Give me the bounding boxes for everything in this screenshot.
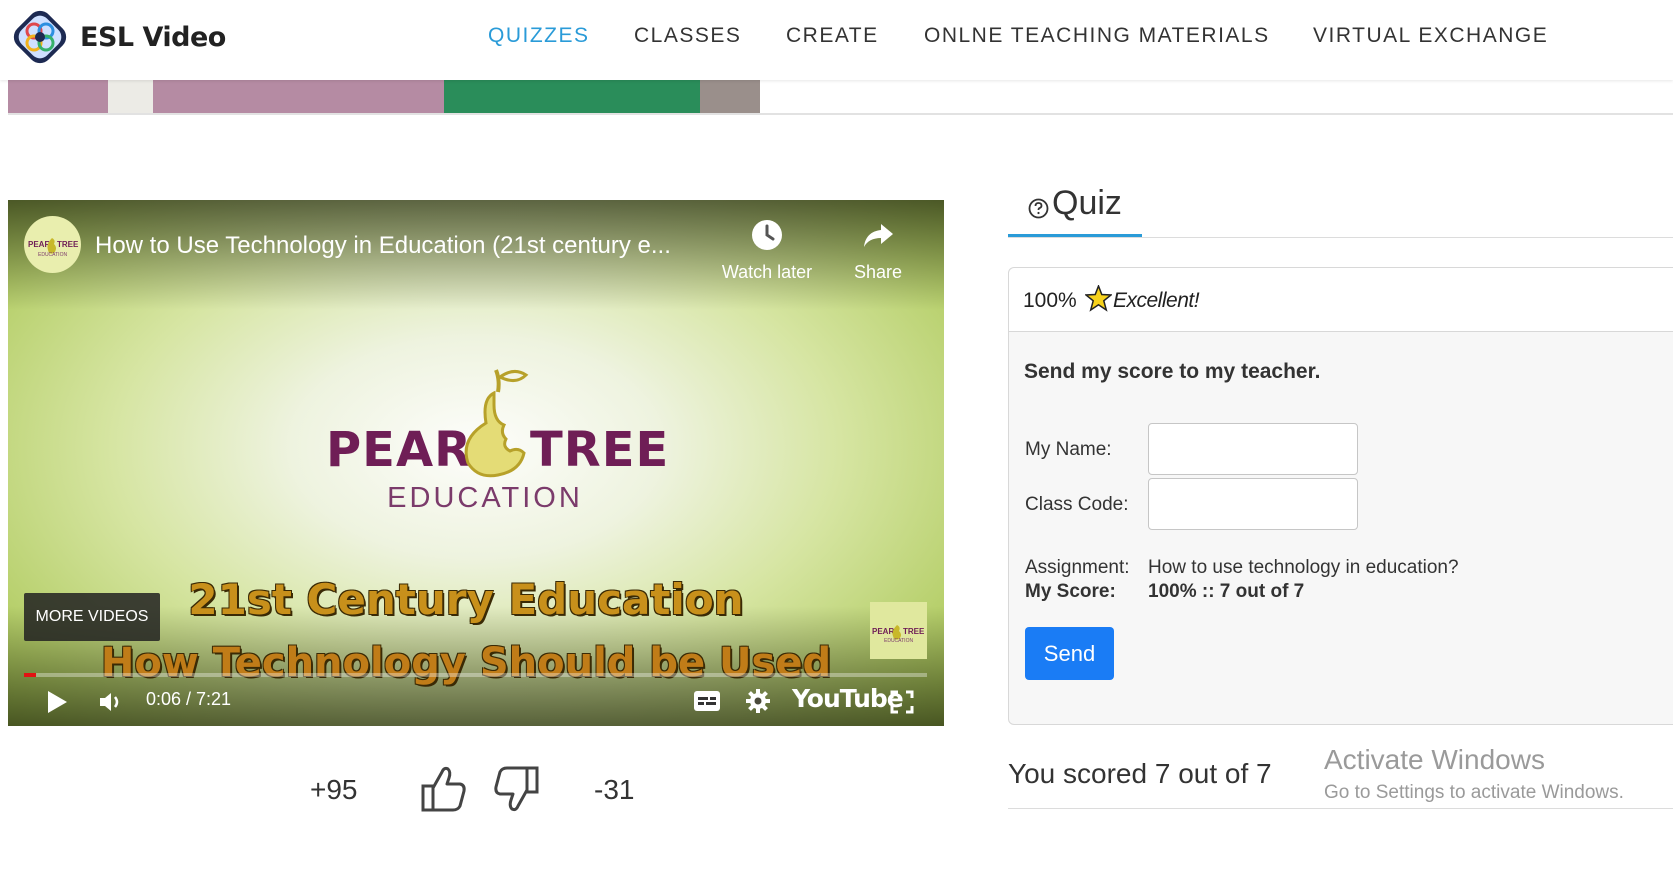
page: ESL Video QUIZZES CLASSES CREATE ONLNE T…: [0, 0, 1673, 869]
nav-classes[interactable]: CLASSES: [634, 24, 741, 48]
activate-title: Activate Windows: [1324, 744, 1545, 775]
assignment-label: Assignment:: [1025, 557, 1130, 578]
subtitles-icon[interactable]: [693, 690, 721, 712]
video-player[interactable]: PEAR TREE EDUCATION How to Use Technolog…: [8, 200, 944, 726]
svg-text:EDUCATION: EDUCATION: [38, 252, 67, 258]
send-button[interactable]: Send: [1025, 627, 1114, 680]
result-text: You scored 7 out of 7: [1008, 758, 1272, 789]
tab-quiz-label: Quiz: [1052, 184, 1122, 222]
clock-icon: [752, 220, 782, 250]
channel-avatar[interactable]: PEAR TREE EDUCATION: [24, 216, 81, 273]
share-label: Share: [853, 262, 903, 282]
share-button[interactable]: Share: [823, 218, 933, 283]
watch-later-label: Watch later: [721, 262, 813, 282]
nav-create[interactable]: CREATE: [786, 24, 879, 48]
video-progress-bar[interactable]: [24, 673, 927, 677]
name-label: My Name:: [1025, 439, 1112, 460]
channel-watermark[interactable]: PEAR TREE EDUCATION: [870, 602, 927, 659]
activate-subtitle: Go to Settings to activate Windows.: [1324, 782, 1624, 803]
watermark-logo-icon: PEAR TREE EDUCATION: [872, 625, 925, 644]
svg-text:TREE: TREE: [903, 627, 925, 636]
brand[interactable]: ESL Video: [12, 9, 226, 65]
class-code-input[interactable]: [1148, 478, 1358, 530]
downvote-count: -31: [594, 774, 635, 805]
svg-text:EDUCATION: EDUCATION: [884, 638, 913, 644]
class-code-label: Class Code:: [1025, 494, 1129, 515]
more-videos-button[interactable]: MORE VIDEOS: [24, 593, 160, 641]
vote-bar: +95 -31: [0, 760, 944, 820]
divider: [1008, 808, 1673, 809]
question-circle-icon: [1028, 198, 1049, 219]
svg-text:TREE: TREE: [57, 240, 79, 249]
logo-word-right: TREE: [530, 422, 670, 478]
score-percent: 100%: [1023, 289, 1077, 312]
tab-quiz[interactable]: Quiz: [1008, 180, 1142, 238]
nav-virtual-exchange[interactable]: VIRTUAL EXCHANGE: [1313, 24, 1548, 48]
my-score-value: 100% :: 7 out of 7: [1148, 581, 1305, 602]
site-header: ESL Video QUIZZES CLASSES CREATE ONLNE T…: [0, 0, 1673, 80]
activate-windows-watermark: Activate Windows Go to Settings to activ…: [1324, 744, 1624, 804]
logo-word-left: PEAR: [326, 422, 473, 478]
share-arrow-icon: [864, 224, 893, 247]
thumbnail-detail: [108, 80, 153, 114]
send-score-heading: Send my score to my teacher.: [1024, 360, 1321, 383]
thumbs-down-icon[interactable]: [492, 764, 540, 814]
channel-logo-icon: PEAR TREE EDUCATION: [28, 238, 79, 258]
star-icon: [1085, 285, 1112, 312]
svg-text:PEAR: PEAR: [872, 627, 894, 636]
nav-quizzes[interactable]: QUIZZES: [488, 24, 590, 48]
progress-fill: [24, 673, 37, 677]
player-controls: 0:06 / 7:21 YouTube: [8, 680, 944, 726]
tab-divider: [1008, 237, 1673, 238]
assignment-value: How to use technology in education?: [1148, 557, 1459, 578]
score-rating: Excellent!: [1113, 289, 1200, 312]
nav-online-teaching-materials[interactable]: ONLNE TEACHING MATERIALS: [924, 24, 1270, 48]
gear-icon[interactable]: [745, 688, 771, 714]
previous-video-thumbnail[interactable]: [8, 80, 760, 114]
my-score-label: My Score:: [1025, 581, 1116, 602]
svg-text:PEAR: PEAR: [28, 240, 50, 249]
name-input[interactable]: [1148, 423, 1358, 475]
score-summary: 100% Excellent!: [1009, 268, 1673, 332]
play-icon[interactable]: [46, 690, 68, 714]
time-display: 0:06 / 7:21: [146, 689, 232, 709]
eslvideo-logo-icon: [13, 10, 67, 64]
video-title[interactable]: How to Use Technology in Education (21st…: [95, 232, 715, 260]
brand-name: ESL Video: [80, 21, 226, 53]
logo-subtitle: EDUCATION: [387, 482, 583, 514]
watch-later-button[interactable]: Watch later: [712, 218, 822, 283]
upvote-count: +95: [310, 774, 358, 805]
youtube-logo[interactable]: YouTube: [792, 684, 904, 713]
volume-icon[interactable]: [98, 690, 124, 714]
thumbs-up-icon[interactable]: [420, 764, 468, 814]
score-card: 100% Excellent! Send my score to my teac…: [1008, 267, 1673, 725]
divider: [8, 113, 1673, 115]
fullscreen-icon[interactable]: [890, 690, 914, 714]
